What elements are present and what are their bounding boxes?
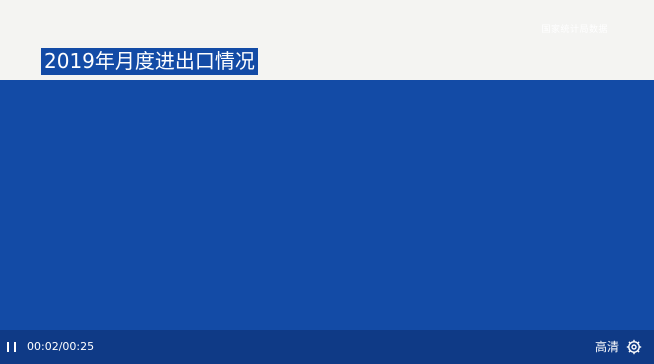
gear-icon	[626, 339, 642, 355]
video-player[interactable]: 国家统计局数据 2019年月度进出口情况 00:02/00:25 高清	[0, 0, 654, 364]
video-frame[interactable]	[0, 80, 654, 330]
settings-button[interactable]	[626, 339, 642, 355]
pause-icon	[7, 342, 9, 352]
video-title: 2019年月度进出口情况	[41, 48, 258, 75]
time-display: 00:02/00:25	[27, 340, 95, 353]
watermark: 国家统计局数据	[541, 25, 608, 35]
pause-button[interactable]	[6, 341, 18, 353]
quality-button[interactable]: 高清	[595, 339, 619, 355]
pause-icon	[14, 342, 16, 352]
control-bar: 00:02/00:25 高清	[0, 330, 654, 364]
